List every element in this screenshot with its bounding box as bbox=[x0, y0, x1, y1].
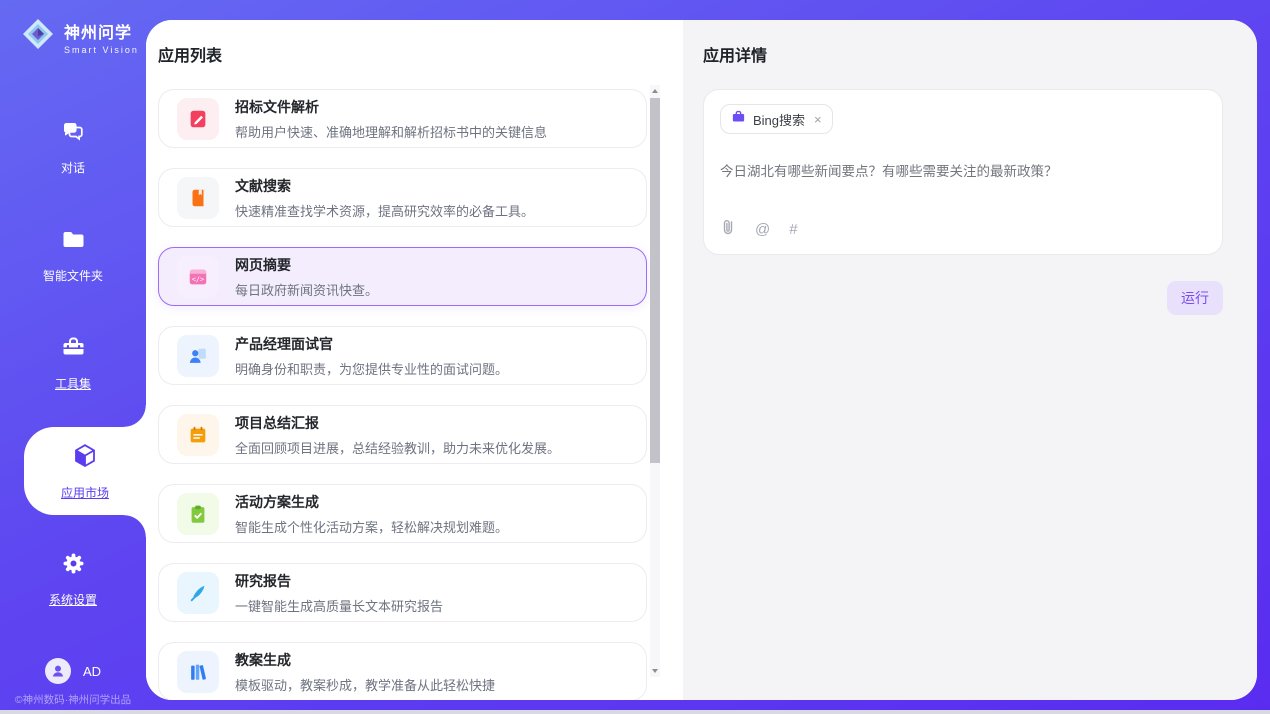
interviewer-icon bbox=[177, 335, 219, 377]
sidebar-item-toolset[interactable]: 工具集 bbox=[0, 309, 146, 417]
folder-icon bbox=[60, 226, 87, 258]
window-bottom-edge bbox=[0, 710, 1270, 714]
main-content: 应用列表 招标文件解析 帮助用户快速、准确地理解和解析招标书中的关键信息 bbox=[146, 20, 1257, 700]
attach-row: @ # bbox=[720, 218, 798, 241]
app-title: 研究报告 bbox=[235, 571, 443, 591]
briefcase-icon bbox=[731, 109, 746, 129]
paperclip-icon[interactable] bbox=[720, 218, 736, 241]
sidebar-item-label: 系统设置 bbox=[49, 591, 97, 608]
sidebar-item-label: 智能文件夹 bbox=[43, 267, 103, 284]
brand-subtitle: Smart Vision bbox=[64, 45, 139, 55]
brand-logo: 神州问学 Smart Vision bbox=[20, 16, 146, 57]
mention-icon[interactable]: @ bbox=[755, 222, 770, 237]
copyright-text: ©神州数码·神州问学出品 bbox=[0, 692, 146, 707]
sidebar-item-smart-folders[interactable]: 智能文件夹 bbox=[0, 201, 146, 309]
tool-tag-label: Bing搜索 bbox=[753, 110, 805, 129]
books-icon bbox=[177, 651, 219, 693]
app-title: 活动方案生成 bbox=[235, 492, 508, 512]
app-detail-title: 应用详情 bbox=[703, 42, 1257, 66]
app-card-literature-search[interactable]: 文献搜索 快速精准查找学术资源，提高研究效率的必备工具。 bbox=[158, 168, 647, 227]
run-button[interactable]: 运行 bbox=[1167, 281, 1223, 315]
user-initials: AD bbox=[83, 664, 101, 679]
app-card-pm-interviewer[interactable]: 产品经理面试官 明确身份和职责，为您提供专业性的面试问题。 bbox=[158, 326, 647, 385]
app-list-title: 应用列表 bbox=[158, 42, 683, 66]
app-card-web-summary[interactable]: </> 网页摘要 每日政府新闻资讯快查。 bbox=[158, 247, 647, 306]
cube-icon bbox=[71, 442, 99, 475]
hash-icon[interactable]: # bbox=[789, 222, 797, 237]
app-title: 项目总结汇报 bbox=[235, 413, 560, 433]
app-title: 文献搜索 bbox=[235, 176, 534, 196]
sidebar: 神州问学 Smart Vision 对话 智能文件夹 bbox=[0, 0, 146, 714]
run-row: 运行 bbox=[703, 281, 1223, 315]
close-icon[interactable]: × bbox=[814, 113, 822, 126]
app-title: 网页摘要 bbox=[235, 255, 378, 275]
sidebar-nav: 对话 智能文件夹 工具集 bbox=[0, 93, 146, 633]
avatar bbox=[45, 658, 71, 684]
app-detail-panel: 应用详情 Bing搜索 × 今日湖北有哪些新闻要点？有哪些需要关注的最新政策？ bbox=[683, 20, 1257, 700]
sidebar-item-label: 应用市场 bbox=[61, 484, 109, 501]
sidebar-item-settings[interactable]: 系统设置 bbox=[0, 525, 146, 633]
app-desc: 明确身份和职责，为您提供专业性的面试问题。 bbox=[235, 359, 508, 378]
scroll-down-icon[interactable] bbox=[650, 665, 660, 677]
app-title: 教案生成 bbox=[235, 650, 495, 670]
gear-icon bbox=[60, 550, 87, 582]
app-list-panel: 应用列表 招标文件解析 帮助用户快速、准确地理解和解析招标书中的关键信息 bbox=[146, 20, 683, 700]
sidebar-item-label: 对话 bbox=[61, 159, 85, 176]
book-icon bbox=[177, 177, 219, 219]
brand-name: 神州问学 bbox=[64, 19, 139, 43]
calendar-icon bbox=[177, 414, 219, 456]
sidebar-item-label: 工具集 bbox=[55, 375, 91, 392]
chat-icon bbox=[60, 118, 87, 150]
scrollbar-thumb[interactable] bbox=[650, 98, 660, 463]
bid-parse-icon bbox=[177, 98, 219, 140]
svg-text:</>: </> bbox=[192, 275, 204, 283]
sidebar-item-chat[interactable]: 对话 bbox=[0, 93, 146, 201]
app-card-lesson-plan[interactable]: 教案生成 模板驱动，教案秒成，教学准备从此轻松快捷 bbox=[158, 642, 647, 700]
app-title: 招标文件解析 bbox=[235, 97, 547, 117]
clipboard-check-icon bbox=[177, 493, 219, 535]
app-card-event-plan[interactable]: 活动方案生成 智能生成个性化活动方案，轻松解决规划难题。 bbox=[158, 484, 647, 543]
prompt-card[interactable]: Bing搜索 × 今日湖北有哪些新闻要点？有哪些需要关注的最新政策？ @ # bbox=[703, 89, 1223, 255]
pen-icon bbox=[177, 572, 219, 614]
tool-tag-bing-search[interactable]: Bing搜索 × bbox=[720, 104, 833, 134]
app-title: 产品经理面试官 bbox=[235, 334, 508, 354]
toolbox-icon bbox=[60, 334, 87, 366]
app-desc: 智能生成个性化活动方案，轻松解决规划难题。 bbox=[235, 517, 508, 536]
webpage-icon: </> bbox=[177, 256, 219, 298]
app-desc: 帮助用户快速、准确地理解和解析招标书中的关键信息 bbox=[235, 122, 547, 141]
scroll-up-icon[interactable] bbox=[650, 85, 660, 97]
sidebar-item-app-market[interactable]: 应用市场 bbox=[24, 427, 146, 515]
app-desc: 每日政府新闻资讯快查。 bbox=[235, 280, 378, 299]
app-desc: 模板驱动，教案秒成，教学准备从此轻松快捷 bbox=[235, 675, 495, 694]
app-desc: 全面回顾项目进展，总结经验教训，助力未来优化发展。 bbox=[235, 438, 560, 457]
app-card-bid-parse[interactable]: 招标文件解析 帮助用户快速、准确地理解和解析招标书中的关键信息 bbox=[158, 89, 647, 148]
app-desc: 快速精准查找学术资源，提高研究效率的必备工具。 bbox=[235, 201, 534, 220]
app-desc: 一键智能生成高质量长文本研究报告 bbox=[235, 596, 443, 615]
user-row[interactable]: AD bbox=[0, 658, 146, 684]
app-cards: 招标文件解析 帮助用户快速、准确地理解和解析招标书中的关键信息 文献搜索 快速精… bbox=[158, 89, 647, 700]
brand-diamond-icon bbox=[20, 16, 56, 57]
app-card-project-summary[interactable]: 项目总结汇报 全面回顾项目进展，总结经验教训，助力未来优化发展。 bbox=[158, 405, 647, 464]
prompt-text[interactable]: 今日湖北有哪些新闻要点？有哪些需要关注的最新政策？ bbox=[720, 160, 1206, 180]
app-card-research-report[interactable]: 研究报告 一键智能生成高质量长文本研究报告 bbox=[158, 563, 647, 622]
list-scrollbar[interactable] bbox=[650, 85, 660, 677]
